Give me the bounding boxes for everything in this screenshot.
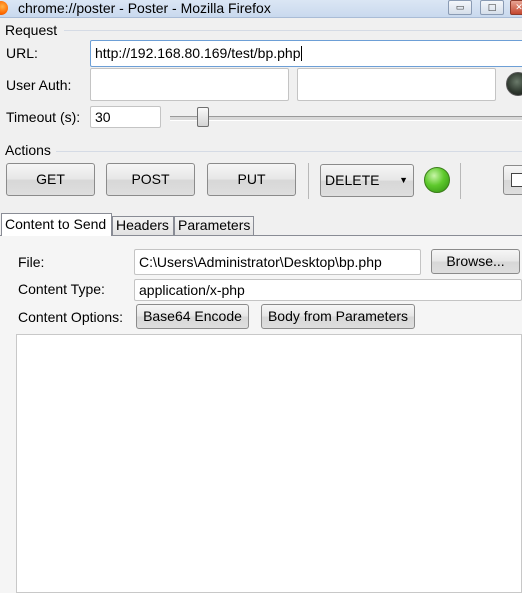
tab-content-to-send[interactable]: Content to Send (1, 213, 112, 236)
request-body-textarea[interactable] (16, 334, 522, 593)
actions-separator (308, 163, 309, 199)
password-input[interactable] (297, 68, 496, 101)
url-value: http://192.168.80.169/test/bp.php (95, 45, 301, 61)
actions-separator-2 (460, 163, 461, 199)
chevron-down-icon: ▼ (399, 175, 408, 185)
tab-parameters[interactable]: Parameters (174, 216, 254, 235)
file-path-input[interactable]: C:\Users\Administrator\Desktop\bp.php (134, 249, 421, 275)
auth-status-icon (506, 72, 522, 96)
post-button[interactable]: POST (106, 163, 195, 196)
user-auth-label: User Auth: (6, 77, 72, 93)
url-label: URL: (6, 45, 38, 61)
get-button[interactable]: GET (6, 163, 95, 196)
window-title: chrome://poster - Poster - Mozilla Firef… (18, 0, 271, 16)
request-status-indicator (424, 167, 450, 193)
close-icon: ✕ (515, 3, 522, 13)
method-select[interactable]: DELETE ▼ (320, 164, 414, 197)
close-button[interactable]: ✕ (510, 0, 522, 15)
request-section-label: Request (5, 22, 58, 38)
actions-group-divider (56, 151, 522, 152)
firefox-icon (0, 1, 8, 15)
timeout-input[interactable]: 30 (90, 106, 161, 128)
body-from-parameters-button[interactable]: Body from Parameters (261, 304, 415, 329)
tab-headers[interactable]: Headers (112, 216, 174, 235)
url-input[interactable]: http://192.168.80.169/test/bp.php (90, 40, 522, 67)
timeout-slider-track[interactable] (170, 116, 522, 121)
method-select-value: DELETE (325, 172, 380, 188)
request-group-divider (64, 30, 522, 31)
username-input[interactable] (90, 68, 289, 101)
window-title-bar: chrome://poster - Poster - Mozilla Firef… (0, 0, 522, 18)
timeout-label: Timeout (s): (6, 109, 81, 125)
maximize-button[interactable]: □ (480, 0, 504, 15)
content-type-input[interactable]: application/x-php (134, 279, 522, 301)
minimize-button[interactable]: ▭ (448, 0, 472, 15)
settings-button[interactable] (503, 165, 522, 195)
browse-button[interactable]: Browse... (431, 249, 520, 274)
base64-encode-button[interactable]: Base64 Encode (136, 304, 249, 329)
content-type-label: Content Type: (18, 281, 105, 297)
minimize-icon: ▭ (455, 3, 465, 13)
text-cursor (300, 46, 302, 61)
actions-section-label: Actions (5, 142, 51, 158)
file-label: File: (18, 254, 45, 270)
window-settings-icon (511, 173, 522, 187)
put-button[interactable]: PUT (207, 163, 296, 196)
timeout-slider-thumb[interactable] (197, 107, 209, 127)
maximize-icon: □ (487, 3, 497, 13)
content-options-label: Content Options: (18, 309, 124, 325)
